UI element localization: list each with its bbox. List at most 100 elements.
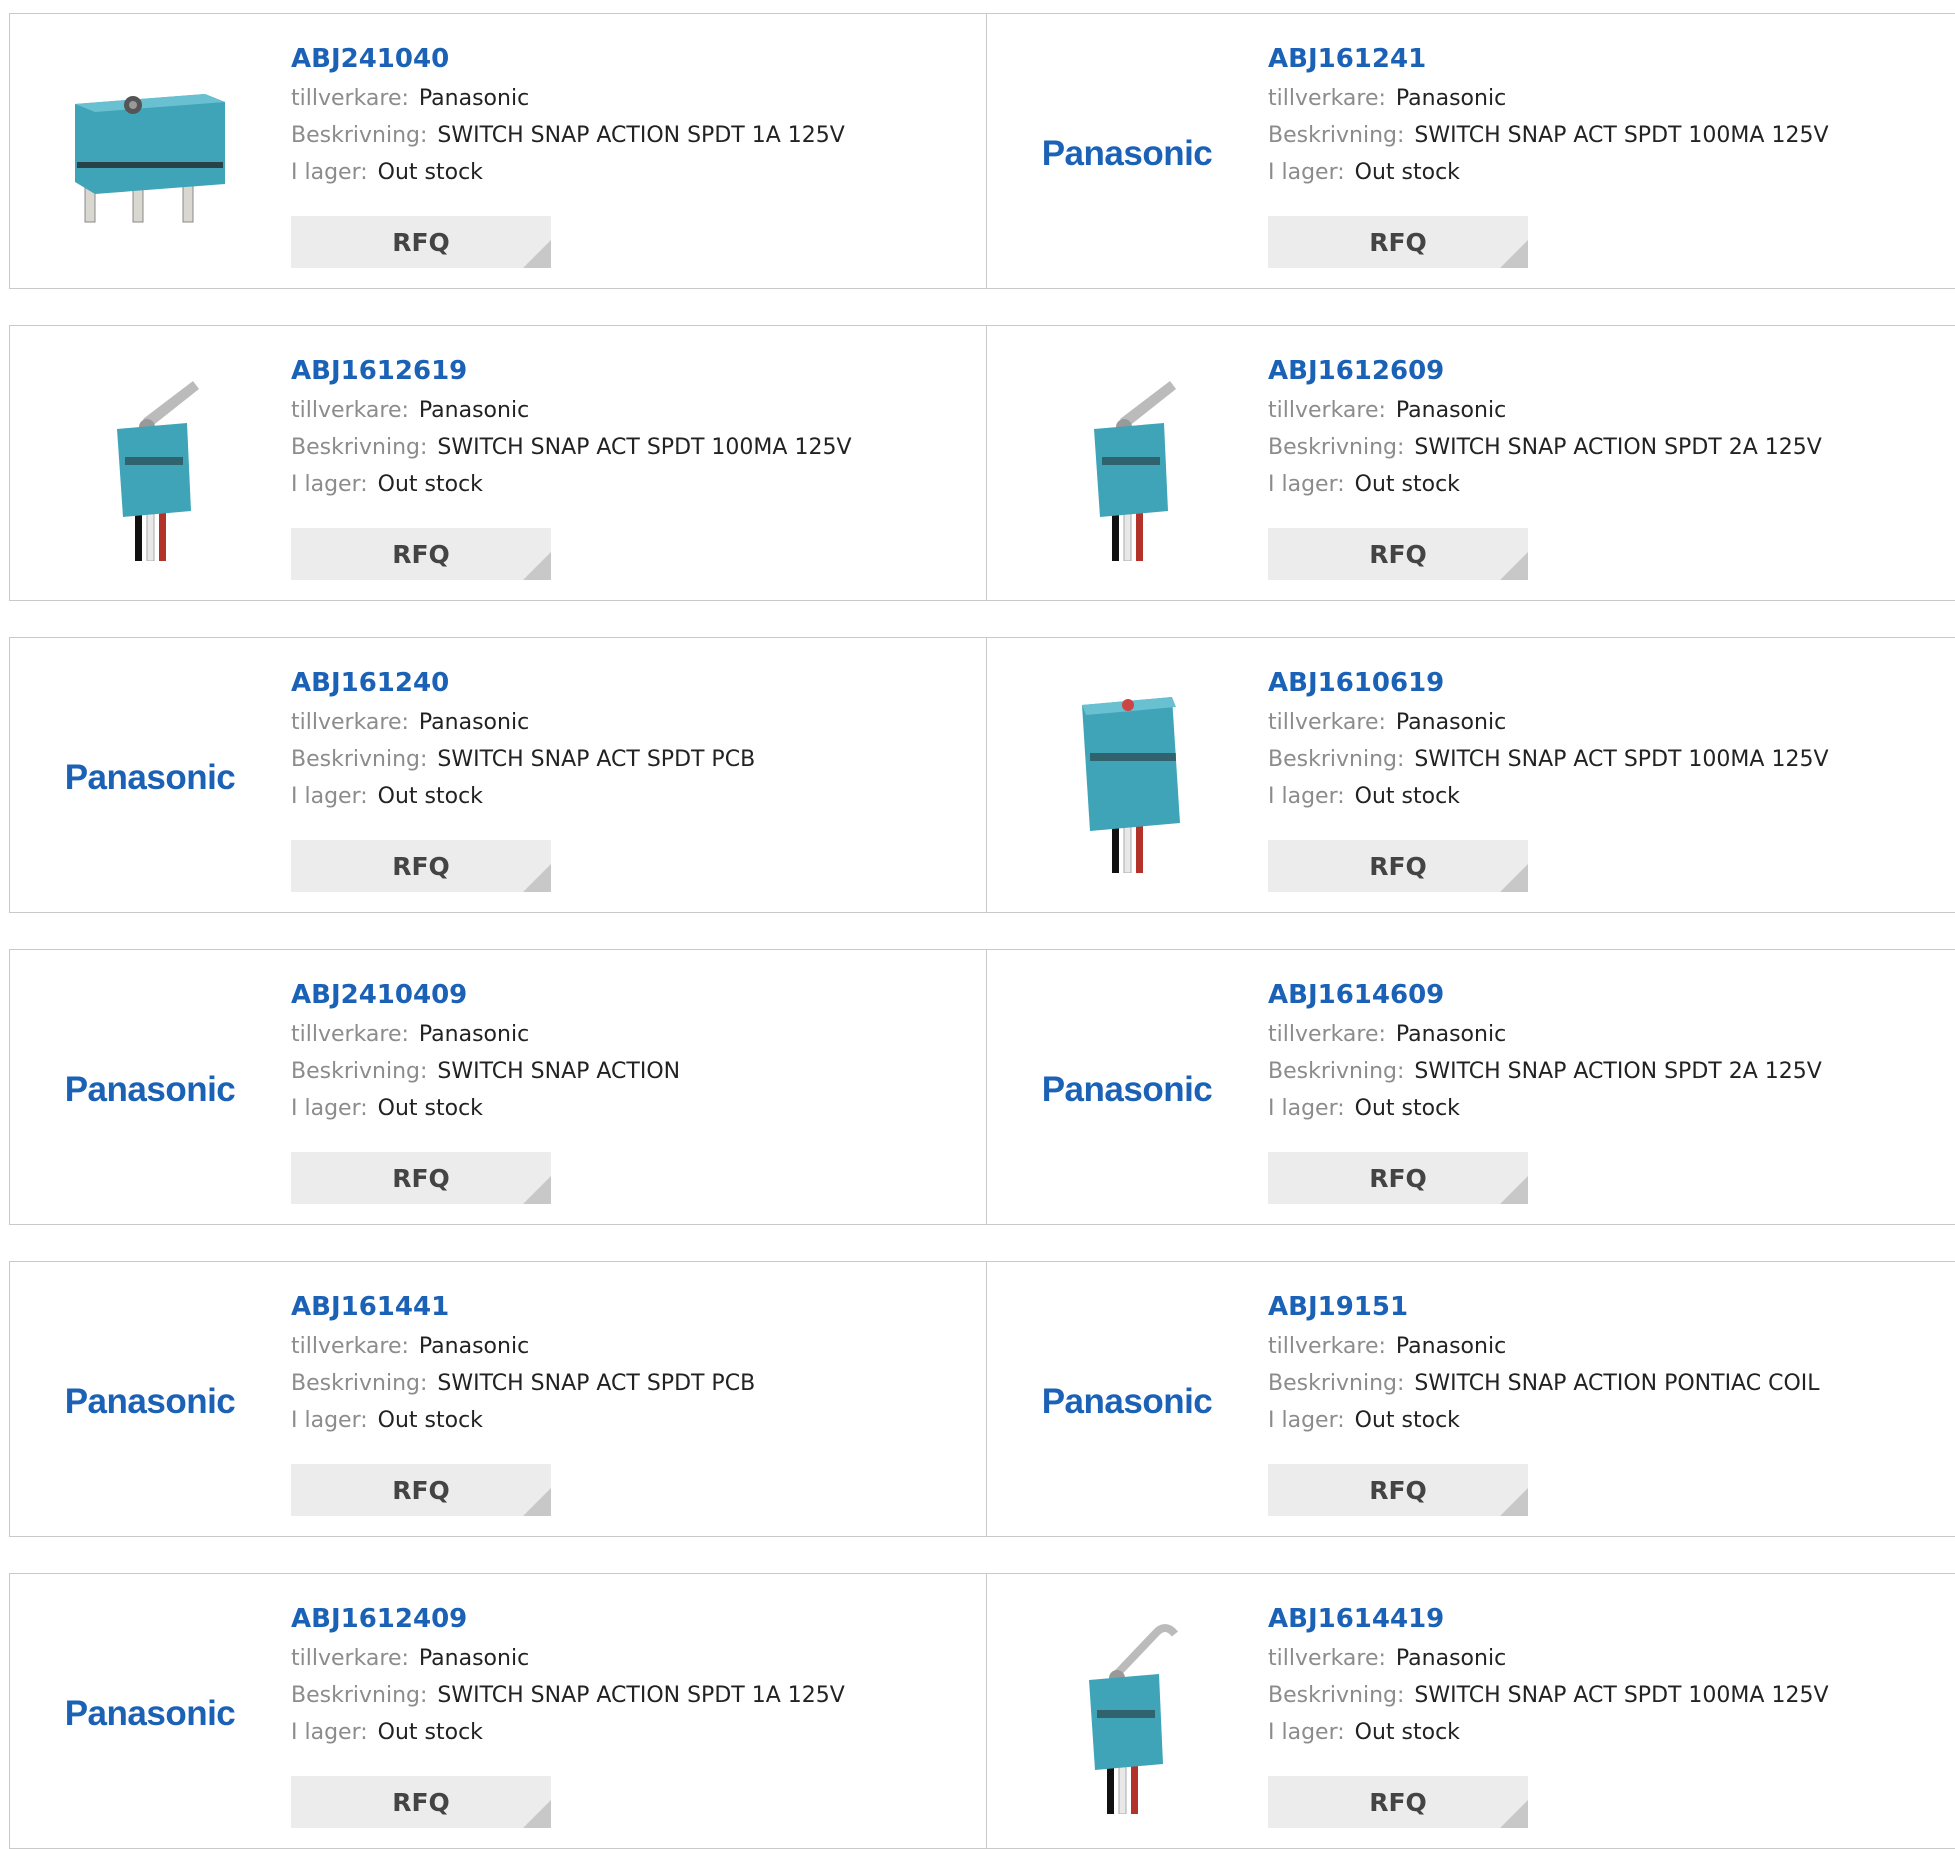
description-label: Beskrivning: xyxy=(1268,123,1405,148)
description-label: Beskrivning: xyxy=(1268,1683,1405,1708)
rfq-button[interactable]: RFQ xyxy=(1268,1152,1528,1204)
manufacturer-row: tillverkare: Panasonic xyxy=(1268,704,1945,741)
product-image[interactable] xyxy=(1027,1614,1227,1814)
part-number-link[interactable]: ABJ1612609 xyxy=(1268,356,1444,392)
part-number-link[interactable]: ABJ161240 xyxy=(291,668,449,704)
product-image[interactable]: Panasonic xyxy=(50,1614,250,1814)
panasonic-logo: Panasonic xyxy=(1041,1382,1213,1421)
rfq-label: RFQ xyxy=(392,227,450,257)
rfq-button[interactable]: RFQ xyxy=(291,840,551,892)
product-card: Panasonic ABJ161441 tillverkare: Panasoni… xyxy=(9,1261,987,1537)
stock-row: I lager: Out stock xyxy=(291,154,976,191)
manufacturer-value: Panasonic xyxy=(418,1022,530,1047)
switch-body-icon xyxy=(65,74,235,234)
corner-fold-icon xyxy=(523,240,551,268)
corner-fold-icon xyxy=(523,1488,551,1516)
corner-fold-icon xyxy=(523,1800,551,1828)
product-card: Panasonic ABJ1612409 tillverkare: Panason… xyxy=(9,1573,987,1849)
description-value: SWITCH SNAP ACT SPDT 100MA 125V xyxy=(1414,123,1829,148)
stock-row: I lager: Out stock xyxy=(1268,1714,1945,1751)
stock-label: I lager: xyxy=(1268,784,1345,809)
stock-value: Out stock xyxy=(1354,1720,1460,1745)
rfq-button[interactable]: RFQ xyxy=(1268,840,1528,892)
product-image[interactable]: Panasonic xyxy=(1027,1302,1227,1502)
stock-value: Out stock xyxy=(377,1720,483,1745)
rfq-button[interactable]: RFQ xyxy=(291,216,551,268)
rfq-button[interactable]: RFQ xyxy=(1268,1464,1528,1516)
rfq-button[interactable]: RFQ xyxy=(1268,1776,1528,1828)
stock-label: I lager: xyxy=(291,1408,368,1433)
product-image[interactable]: Panasonic xyxy=(50,1302,250,1502)
product-image[interactable]: Panasonic xyxy=(50,678,250,878)
manufacturer-row: tillverkare: Panasonic xyxy=(1268,80,1945,117)
stock-row: I lager: Out stock xyxy=(1268,778,1945,815)
manufacturer-label: tillverkare: xyxy=(1268,1334,1386,1359)
product-image[interactable] xyxy=(50,54,250,254)
description-label: Beskrivning: xyxy=(291,1371,428,1396)
part-number-link[interactable]: ABJ241040 xyxy=(291,44,449,80)
product-image[interactable] xyxy=(1027,366,1227,566)
product-image[interactable]: Panasonic xyxy=(50,990,250,1190)
rfq-button[interactable]: RFQ xyxy=(291,1776,551,1828)
rfq-label: RFQ xyxy=(1369,539,1427,569)
product-image[interactable] xyxy=(1027,678,1227,878)
part-number-link[interactable]: ABJ19151 xyxy=(1268,1292,1408,1328)
manufacturer-row: tillverkare: Panasonic xyxy=(1268,1016,1945,1053)
rfq-button[interactable]: RFQ xyxy=(291,1464,551,1516)
description-value: SWITCH SNAP ACT SPDT 100MA 125V xyxy=(1414,747,1829,772)
part-number-link[interactable]: ABJ1610619 xyxy=(1268,668,1444,704)
rfq-label: RFQ xyxy=(1369,227,1427,257)
rfq-label: RFQ xyxy=(1369,851,1427,881)
stock-value: Out stock xyxy=(1354,784,1460,809)
description-row: Beskrivning: SWITCH SNAP ACTION PONTIAC C… xyxy=(1268,1365,1945,1402)
part-number-link[interactable]: ABJ2410409 xyxy=(291,980,467,1016)
part-number-link[interactable]: ABJ1614609 xyxy=(1268,980,1444,1016)
corner-fold-icon xyxy=(1500,1800,1528,1828)
manufacturer-row: tillverkare: Panasonic xyxy=(291,1640,976,1677)
stock-row: I lager: Out stock xyxy=(291,1714,976,1751)
stock-row: I lager: Out stock xyxy=(1268,1090,1945,1127)
corner-fold-icon xyxy=(523,552,551,580)
product-image[interactable]: Panasonic xyxy=(1027,54,1227,254)
description-value: SWITCH SNAP ACTION PONTIAC COIL xyxy=(1414,1371,1820,1396)
part-number-link[interactable]: ABJ1612409 xyxy=(291,1604,467,1640)
part-number-link[interactable]: ABJ1614419 xyxy=(1268,1604,1444,1640)
manufacturer-label: tillverkare: xyxy=(1268,710,1386,735)
manufacturer-row: tillverkare: Panasonic xyxy=(291,392,976,429)
product-image[interactable] xyxy=(50,366,250,566)
description-row: Beskrivning: SWITCH SNAP ACT SPDT PCB xyxy=(291,1365,976,1402)
manufacturer-value: Panasonic xyxy=(1395,398,1507,423)
rfq-button[interactable]: RFQ xyxy=(1268,528,1528,580)
product-card: Panasonic ABJ19151 tillverkare: Panasonic… xyxy=(987,1261,1955,1537)
rfq-button[interactable]: RFQ xyxy=(291,1152,551,1204)
corner-fold-icon xyxy=(1500,864,1528,892)
product-image[interactable]: Panasonic xyxy=(1027,990,1227,1190)
manufacturer-value: Panasonic xyxy=(1395,86,1507,111)
description-value: SWITCH SNAP ACT SPDT 100MA 125V xyxy=(1414,1683,1829,1708)
manufacturer-value: Panasonic xyxy=(418,1646,530,1671)
stock-value: Out stock xyxy=(1354,472,1460,497)
rfq-label: RFQ xyxy=(1369,1163,1427,1193)
stock-label: I lager: xyxy=(291,784,368,809)
switch-wired-icon xyxy=(1062,683,1192,873)
stock-value: Out stock xyxy=(377,160,483,185)
manufacturer-row: tillverkare: Panasonic xyxy=(291,1328,976,1365)
product-card: ABJ241040 tillverkare: Panasonic Beskrivn… xyxy=(9,13,987,289)
part-number-link[interactable]: ABJ161441 xyxy=(291,1292,449,1328)
description-label: Beskrivning: xyxy=(1268,1059,1405,1084)
description-row: Beskrivning: SWITCH SNAP ACT SPDT 100MA 1… xyxy=(1268,117,1945,154)
part-number-link[interactable]: ABJ161241 xyxy=(1268,44,1426,80)
stock-label: I lager: xyxy=(291,1096,368,1121)
rfq-label: RFQ xyxy=(392,851,450,881)
part-number-link[interactable]: ABJ1612619 xyxy=(291,356,467,392)
manufacturer-label: tillverkare: xyxy=(291,86,409,111)
rfq-button[interactable]: RFQ xyxy=(1268,216,1528,268)
rfq-label: RFQ xyxy=(392,1475,450,1505)
corner-fold-icon xyxy=(1500,1176,1528,1204)
stock-value: Out stock xyxy=(377,1408,483,1433)
manufacturer-label: tillverkare: xyxy=(291,1334,409,1359)
rfq-button[interactable]: RFQ xyxy=(291,528,551,580)
description-value: SWITCH SNAP ACTION SPDT 1A 125V xyxy=(437,123,845,148)
product-info: ABJ1614609 tillverkare: Panasonic Beskriv… xyxy=(1268,980,1945,1127)
description-label: Beskrivning: xyxy=(291,1059,428,1084)
